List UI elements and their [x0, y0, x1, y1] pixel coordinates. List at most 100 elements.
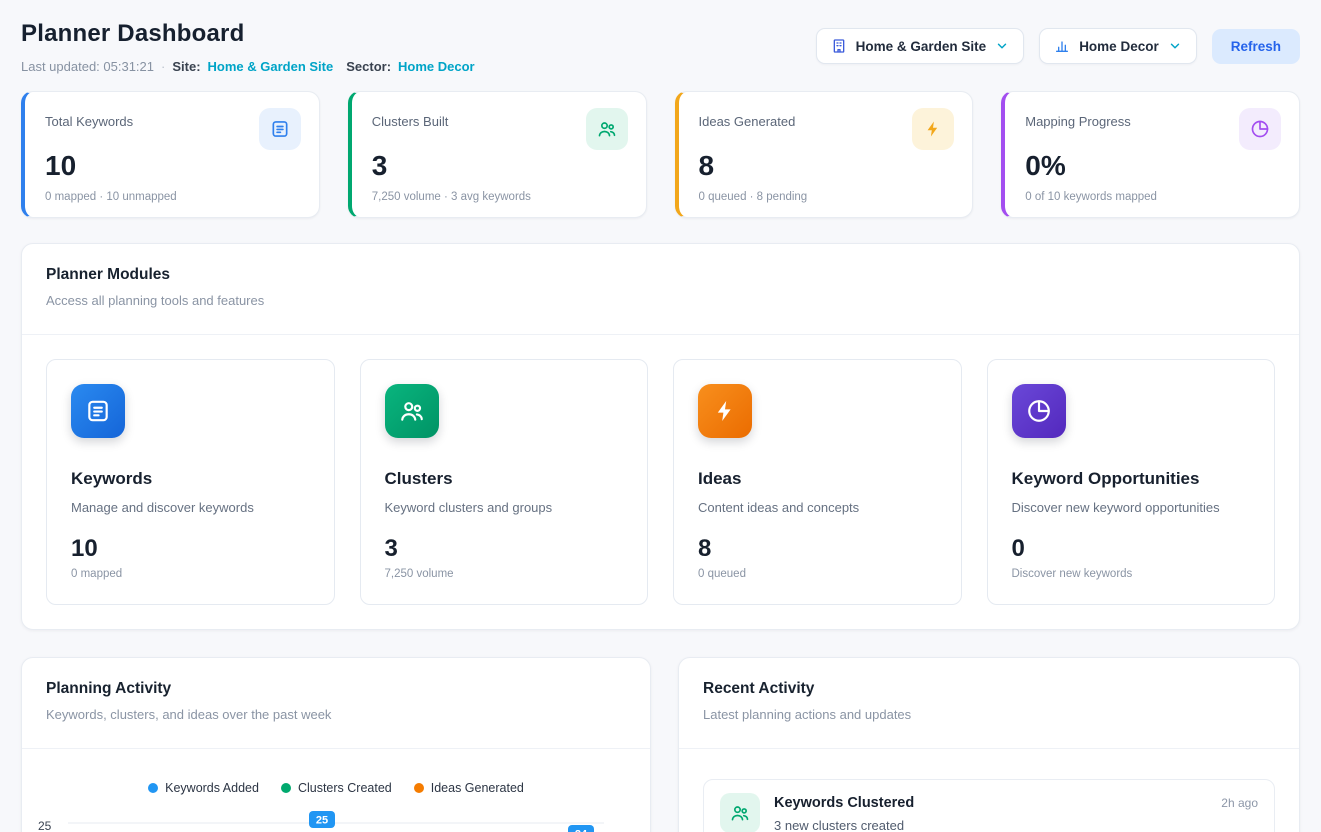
- header-left: Planner Dashboard Last updated: 05:31:21…: [21, 20, 475, 74]
- module-title: Ideas: [698, 469, 937, 489]
- module-description: Manage and discover keywords: [71, 500, 310, 515]
- module-card-ideas[interactable]: Ideas Content ideas and concepts 8 0 que…: [673, 359, 962, 605]
- stat-value: 3: [372, 150, 628, 182]
- bolt-icon: [912, 108, 954, 150]
- module-detail: 0 mapped: [71, 568, 310, 580]
- pie-chart-icon: [1012, 384, 1066, 438]
- users-icon: [720, 793, 760, 832]
- bar-chart-icon: [1054, 38, 1070, 54]
- site-selector-value: Home & Garden Site: [856, 39, 987, 54]
- stat-value: 0%: [1025, 150, 1281, 182]
- module-title: Keyword Opportunities: [1012, 469, 1251, 489]
- module-description: Discover new keyword opportunities: [1012, 500, 1251, 515]
- page-header: Planner Dashboard Last updated: 05:31:21…: [21, 20, 1300, 74]
- module-detail: 7,250 volume: [385, 568, 624, 580]
- stat-card-ideas-generated: Ideas Generated 8 0 queued · 8 pending: [675, 91, 974, 218]
- y-axis-tick: 25: [38, 819, 51, 832]
- activity-item-keywords-clustered: Keywords Clustered 3 new clusters create…: [703, 779, 1275, 832]
- stat-detail: 0 of 10 keywords mapped: [1025, 191, 1281, 203]
- module-detail: Discover new keywords: [1012, 568, 1251, 580]
- stat-label: Ideas Generated: [699, 108, 796, 129]
- document-icon: [71, 384, 125, 438]
- stat-detail: 0 queued · 8 pending: [699, 191, 955, 203]
- stat-detail: 7,250 volume · 3 avg keywords: [372, 191, 628, 203]
- stat-label: Total Keywords: [45, 108, 133, 129]
- sector-link[interactable]: Home Decor: [398, 59, 475, 74]
- activity-list: Keywords Clustered 3 new clusters create…: [679, 749, 1299, 832]
- meta-separator: ·: [161, 59, 165, 74]
- stat-label: Mapping Progress: [1025, 108, 1131, 129]
- module-title: Clusters: [385, 469, 624, 489]
- planner-modules-panel: Planner Modules Access all planning tool…: [21, 243, 1300, 630]
- stat-card-mapping-progress: Mapping Progress 0% 0 of 10 keywords map…: [1001, 91, 1300, 218]
- sector-selector-dropdown[interactable]: Home Decor: [1039, 28, 1197, 64]
- users-icon: [385, 384, 439, 438]
- site-selector-dropdown[interactable]: Home & Garden Site: [816, 28, 1025, 64]
- legend-dot-orange: [414, 783, 424, 793]
- area-chart: 25 24: [68, 811, 604, 832]
- module-value: 8: [698, 535, 937, 564]
- stat-detail: 0 mapped · 10 unmapped: [45, 191, 301, 203]
- header-controls: Home & Garden Site Home Decor Refresh: [816, 20, 1300, 64]
- module-value: 10: [71, 535, 310, 564]
- panel-title: Recent Activity: [703, 680, 1275, 698]
- planning-activity-panel: Planning Activity Keywords, clusters, an…: [21, 657, 651, 832]
- module-detail: 0 queued: [698, 568, 937, 580]
- pie-chart-icon: [1239, 108, 1281, 150]
- stat-card-clusters-built: Clusters Built 3 7,250 volume · 3 avg ke…: [348, 91, 647, 218]
- legend-item-clusters-created[interactable]: Clusters Created: [281, 781, 392, 795]
- recent-activity-header: Recent Activity Latest planning actions …: [679, 658, 1299, 749]
- recent-activity-panel: Recent Activity Latest planning actions …: [678, 657, 1300, 832]
- module-value: 3: [385, 535, 624, 564]
- activity-timestamp: 2h ago: [1221, 793, 1258, 810]
- site-link[interactable]: Home & Garden Site: [208, 59, 334, 74]
- planning-activity-header: Planning Activity Keywords, clusters, an…: [22, 658, 650, 749]
- page-meta: Last updated: 05:31:21 · Site: Home & Ga…: [21, 59, 475, 74]
- module-description: Content ideas and concepts: [698, 500, 937, 515]
- page-title: Planner Dashboard: [21, 20, 475, 48]
- panel-subtitle: Access all planning tools and features: [46, 293, 1275, 308]
- stat-label: Clusters Built: [372, 108, 449, 129]
- module-title: Keywords: [71, 469, 310, 489]
- planning-activity-chart: 25 25 24: [22, 811, 650, 832]
- planner-dashboard-page: Planner Dashboard Last updated: 05:31:21…: [0, 0, 1321, 832]
- bottom-row: Planning Activity Keywords, clusters, an…: [21, 657, 1300, 832]
- site-label: Site:: [172, 59, 200, 74]
- building-icon: [831, 38, 847, 54]
- activity-title: Keywords Clustered: [774, 793, 914, 811]
- stat-card-total-keywords: Total Keywords 10 0 mapped · 10 unmapped: [21, 91, 320, 218]
- panel-title: Planning Activity: [46, 680, 626, 698]
- stat-value: 10: [45, 150, 301, 182]
- activity-description: 3 new clusters created: [774, 818, 914, 832]
- modules-grid: Keywords Manage and discover keywords 10…: [22, 335, 1299, 629]
- legend-item-keywords-added[interactable]: Keywords Added: [148, 781, 259, 795]
- chevron-down-icon: [995, 39, 1009, 53]
- legend-dot-blue: [148, 783, 158, 793]
- legend-label: Ideas Generated: [431, 781, 524, 795]
- bolt-icon: [698, 384, 752, 438]
- module-card-keyword-opportunities[interactable]: Keyword Opportunities Discover new keywo…: [987, 359, 1276, 605]
- stats-row: Total Keywords 10 0 mapped · 10 unmapped…: [21, 91, 1300, 218]
- legend-label: Keywords Added: [165, 781, 259, 795]
- panel-subtitle: Latest planning actions and updates: [703, 707, 1275, 722]
- data-point-label: 24: [568, 825, 594, 832]
- users-icon: [586, 108, 628, 150]
- legend-dot-green: [281, 783, 291, 793]
- legend-item-ideas-generated[interactable]: Ideas Generated: [414, 781, 524, 795]
- activity-texts: Keywords Clustered 3 new clusters create…: [774, 793, 914, 832]
- legend-label: Clusters Created: [298, 781, 392, 795]
- panel-title: Planner Modules: [46, 266, 1275, 284]
- sector-label: Sector:: [346, 59, 391, 74]
- svg-text:24: 24: [575, 828, 588, 832]
- module-card-clusters[interactable]: Clusters Keyword clusters and groups 3 7…: [360, 359, 649, 605]
- refresh-button[interactable]: Refresh: [1212, 29, 1300, 64]
- data-point-label: 25: [309, 811, 335, 828]
- module-card-keywords[interactable]: Keywords Manage and discover keywords 10…: [46, 359, 335, 605]
- planner-modules-header: Planner Modules Access all planning tool…: [22, 244, 1299, 335]
- chevron-down-icon: [1168, 39, 1182, 53]
- last-updated-text: Last updated: 05:31:21: [21, 59, 154, 74]
- module-description: Keyword clusters and groups: [385, 500, 624, 515]
- panel-subtitle: Keywords, clusters, and ideas over the p…: [46, 707, 626, 722]
- document-icon: [259, 108, 301, 150]
- chart-legend: Keywords Added Clusters Created Ideas Ge…: [22, 749, 650, 795]
